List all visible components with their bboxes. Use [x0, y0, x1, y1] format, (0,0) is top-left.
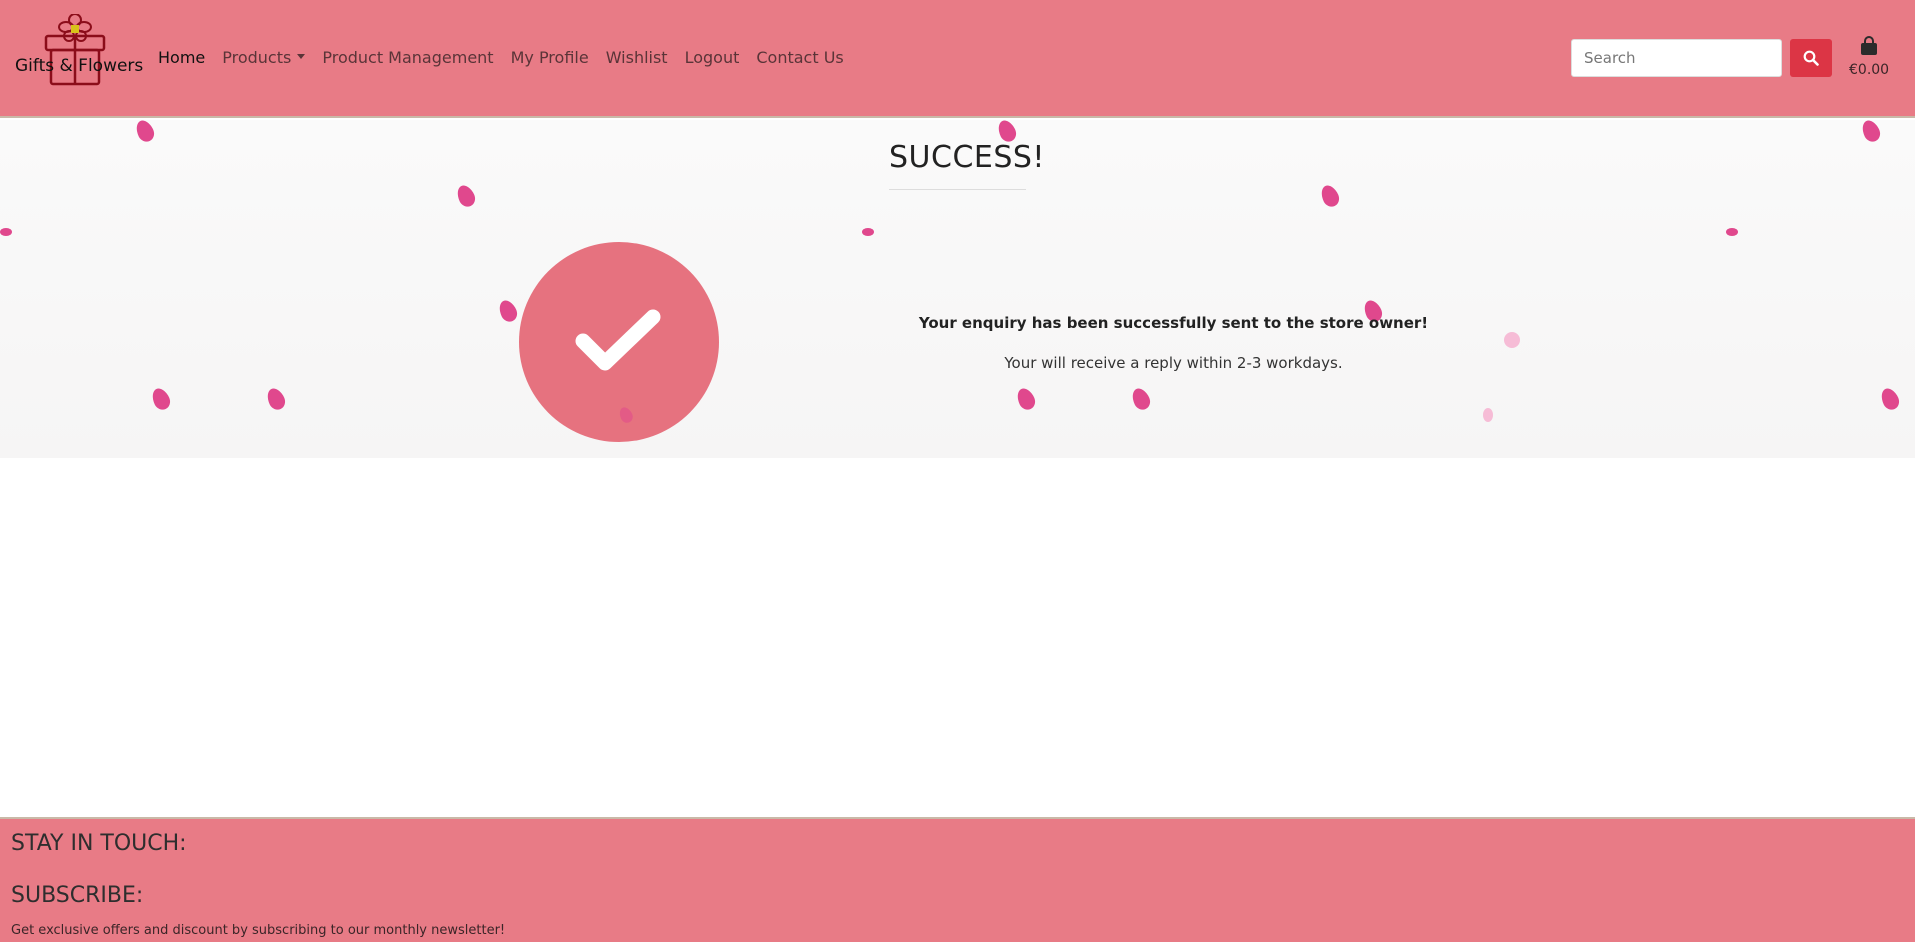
brand-name: Gifts & Flowers: [15, 56, 144, 76]
petal-decoration: [149, 385, 173, 413]
nav-contact-us[interactable]: Contact Us: [756, 48, 843, 67]
subscribe-heading: SUBSCRIBE:: [11, 883, 144, 908]
title-divider: [889, 189, 1026, 190]
petal-decoration: [133, 117, 157, 145]
site-footer: STAY IN TOUCH: SUBSCRIBE: Get exclusive …: [0, 817, 1915, 942]
check-icon: [575, 309, 661, 371]
nav-products[interactable]: Products: [222, 48, 306, 67]
gift-box-flower-icon: [44, 14, 106, 86]
reply-notice: Your will receive a reply within 2-3 wor…: [1004, 354, 1343, 372]
shopping-bag-button[interactable]: €0.00: [1849, 36, 1889, 78]
petal-decoration: [454, 182, 478, 210]
petal-decoration: [264, 385, 288, 413]
nav-home[interactable]: Home: [158, 48, 205, 67]
petal-decoration: [1504, 332, 1520, 348]
brand-logo[interactable]: Gifts & Flowers: [12, 14, 143, 90]
petal-decoration: [0, 228, 12, 236]
petal-decoration: [1878, 385, 1902, 413]
nav-products-label: Products: [222, 48, 292, 67]
petal-decoration: [496, 297, 520, 325]
shopping-bag-icon: [1861, 36, 1877, 55]
nav-product-management[interactable]: Product Management: [322, 48, 493, 67]
page-title: SUCCESS!: [889, 140, 1045, 175]
success-message: Your enquiry has been successfully sent …: [918, 314, 1429, 332]
chevron-down-icon: [297, 54, 306, 59]
subscribe-text: Get exclusive offers and discount by sub…: [11, 923, 506, 938]
search-icon: [1803, 50, 1819, 66]
main-nav: Home Products Product Management My Prof…: [158, 48, 861, 67]
petal-decoration: [1014, 385, 1038, 413]
stay-in-touch-heading: STAY IN TOUCH:: [11, 831, 187, 856]
petal-decoration: [1726, 228, 1738, 236]
main-content: SUCCESS! Your enquiry has been successfu…: [0, 117, 1915, 818]
petal-decoration: [1318, 182, 1342, 210]
nav-logout[interactable]: Logout: [685, 48, 740, 67]
petal-decoration: [1859, 117, 1883, 145]
petal-decoration: [862, 228, 874, 236]
nav-wishlist[interactable]: Wishlist: [606, 48, 668, 67]
petal-decoration: [1129, 385, 1153, 413]
search-button[interactable]: [1790, 39, 1832, 77]
nav-my-profile[interactable]: My Profile: [511, 48, 589, 67]
site-header: Gifts & Flowers Home Products Product Ma…: [0, 0, 1915, 118]
petal-decoration: [1483, 408, 1493, 422]
bag-total: €0.00: [1849, 62, 1890, 78]
search-input[interactable]: [1571, 39, 1782, 77]
